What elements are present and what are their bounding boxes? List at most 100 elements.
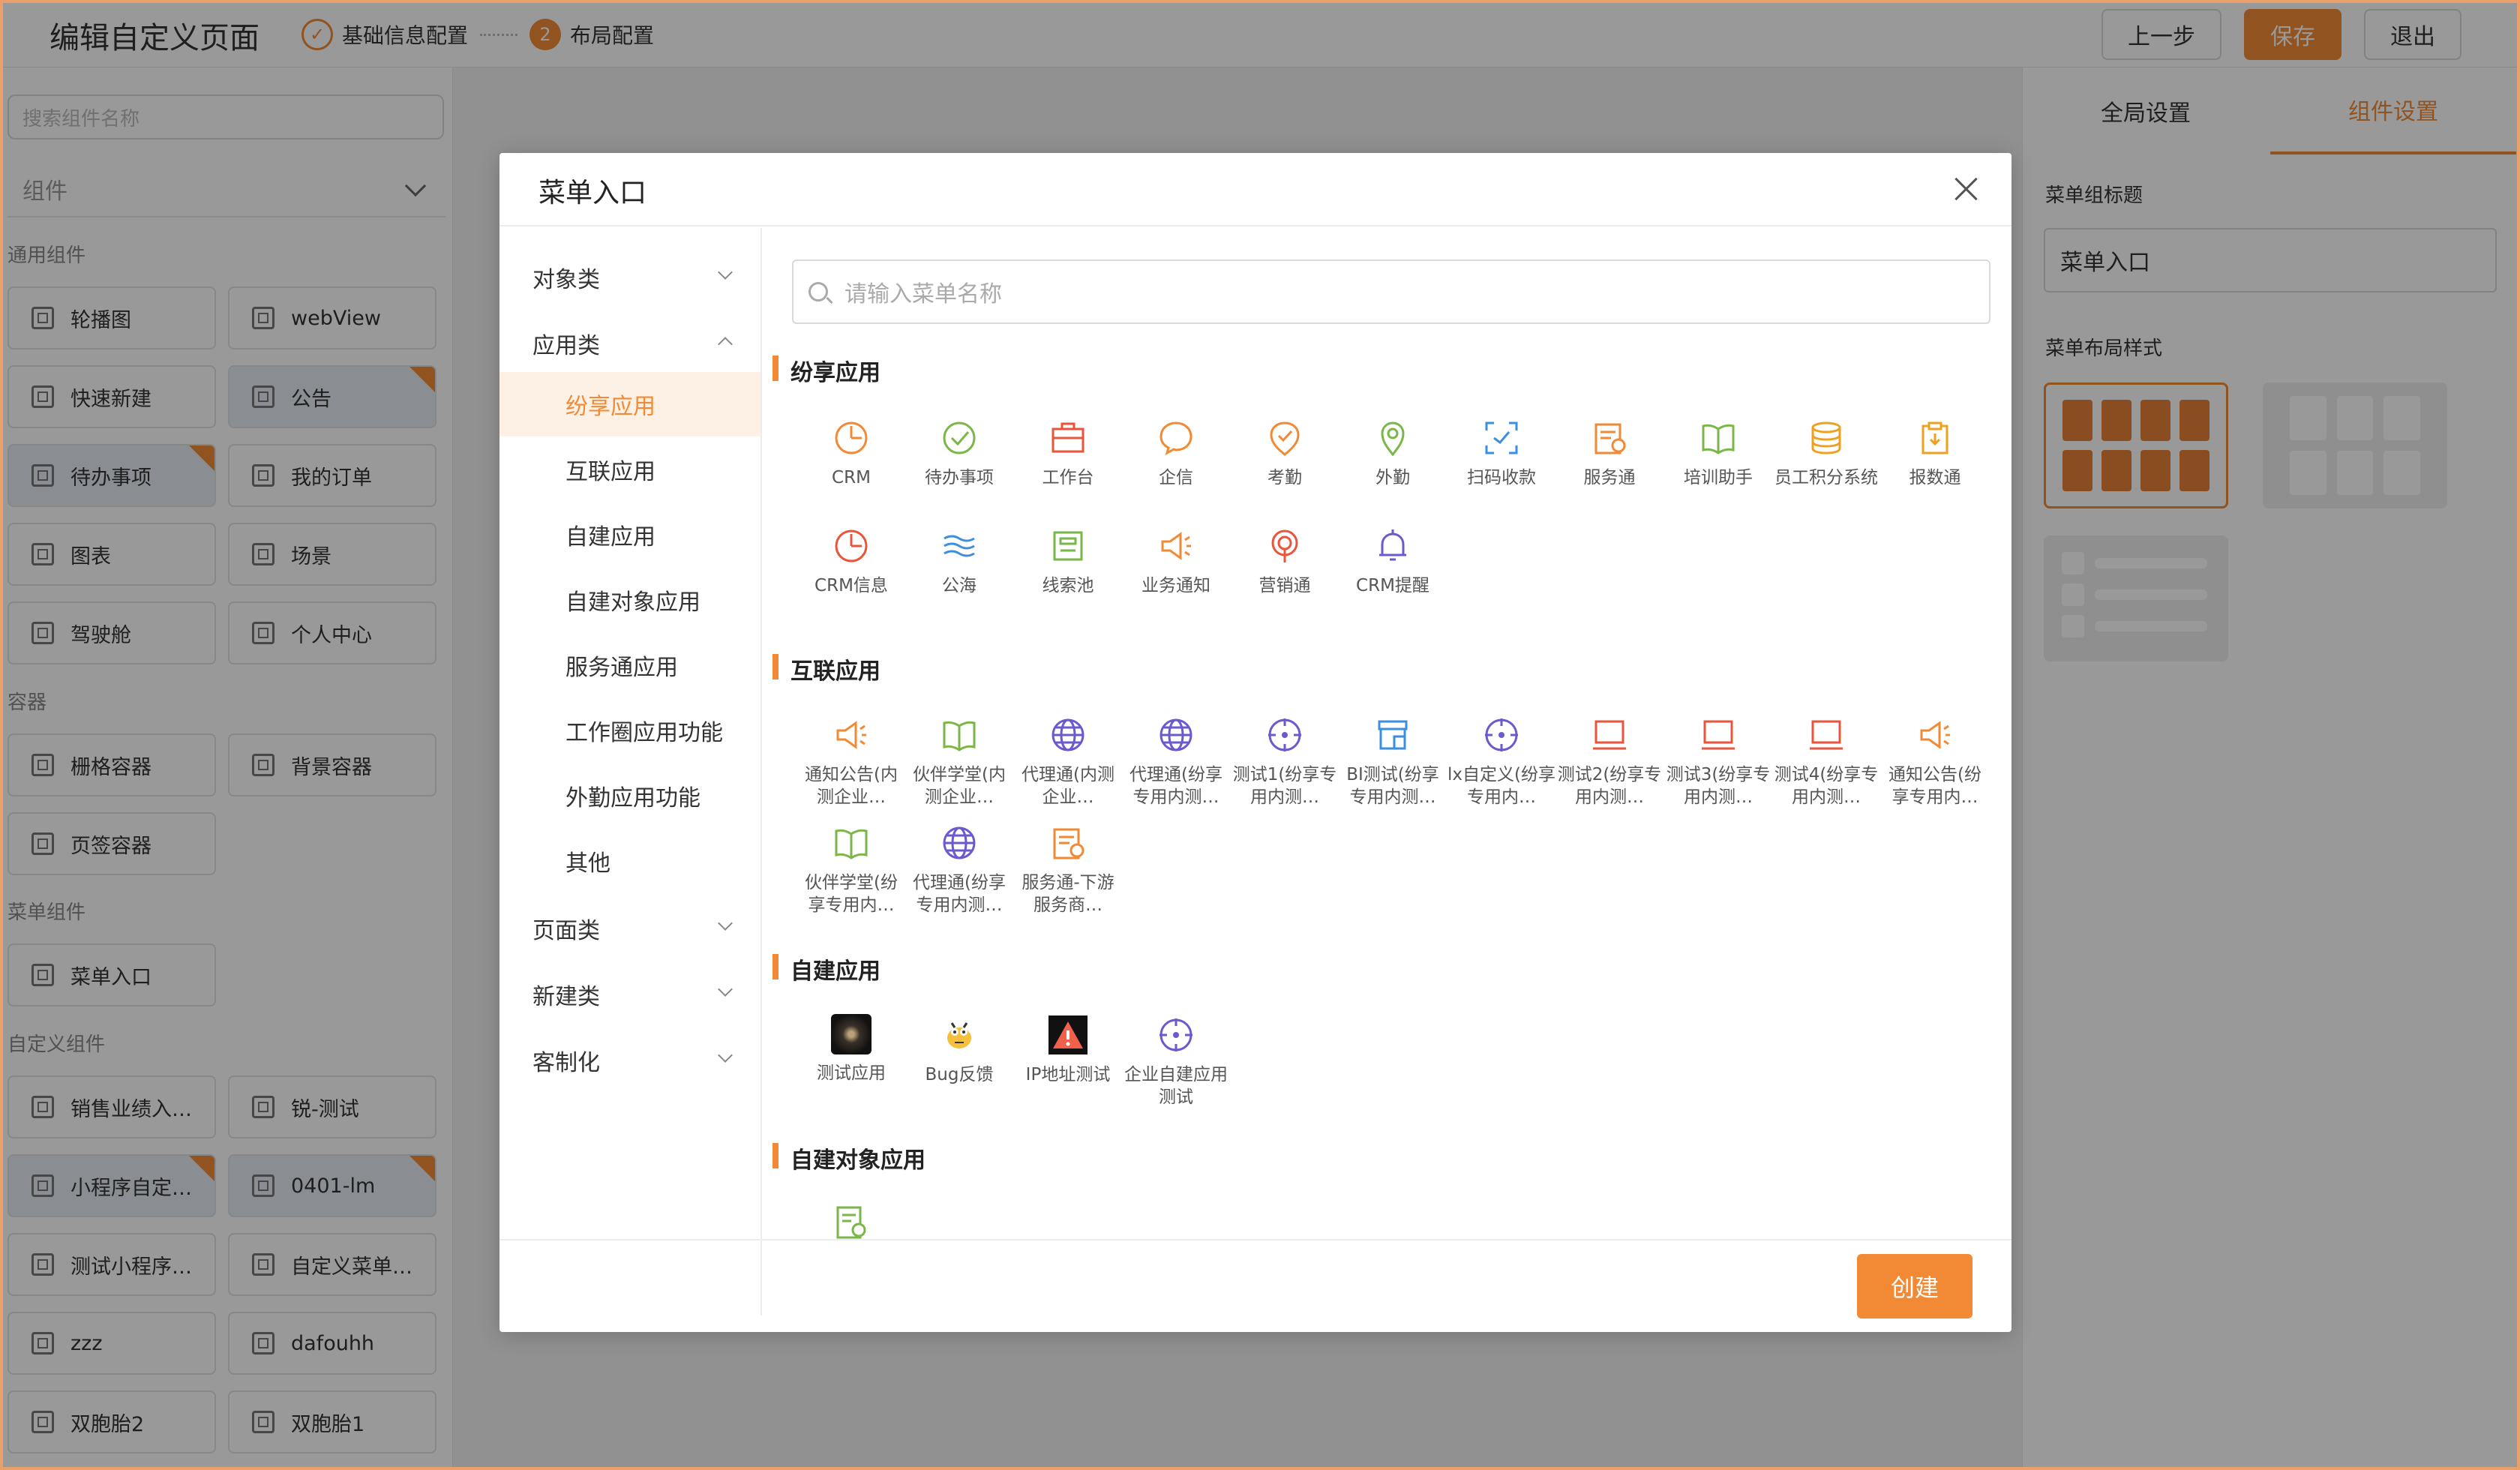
nav-object-category[interactable]: 对象类	[532, 261, 733, 294]
nav-new-category[interactable]: 新建类	[532, 978, 733, 1011]
create-button[interactable]: 创建	[1857, 1254, 1972, 1318]
nav-sub-fxiaoke-apps[interactable]: 纷享应用	[500, 372, 760, 436]
bug-icon	[947, 1022, 971, 1048]
book-icon	[835, 829, 868, 860]
app-label: 业务通知	[1142, 576, 1210, 596]
app-item[interactable]: 培训助手	[1664, 417, 1772, 512]
object-doc-icon	[836, 1206, 866, 1239]
app-item[interactable]: 伙伴学堂(纷享专用内…	[797, 822, 905, 916]
app-label: 扫码收款	[1467, 468, 1536, 488]
app-item[interactable]: 企信	[1122, 417, 1230, 512]
app-item[interactable]: 测试应用	[797, 1014, 905, 1107]
store-icon	[1378, 720, 1408, 750]
app-label: 服务通	[1583, 468, 1636, 488]
nav-sub-custom-apps[interactable]: 自建应用	[500, 502, 760, 567]
chevron-down-icon	[718, 982, 733, 997]
app-label: 员工积分系统	[1774, 468, 1878, 488]
chevron-down-icon	[718, 916, 733, 931]
category-nav: 对象类 应用类 纷享应用 互联应用 自建应用 自建对象应用 服务通应用 工作圈应…	[500, 228, 762, 1316]
app-item[interactable]: 伙伴学堂(内测企业…	[905, 714, 1013, 808]
app-item[interactable]: 服务通-下游服务商…	[1014, 822, 1122, 916]
attendance-icon	[1270, 422, 1300, 456]
app-item[interactable]: 通知公告(内测企业…	[797, 714, 905, 808]
section-custom-apps: 自建应用	[772, 952, 880, 986]
scan-icon	[1485, 422, 1518, 454]
nav-app-category[interactable]: 应用类	[532, 327, 733, 360]
app-item[interactable]: 工作台	[1014, 417, 1122, 512]
nav-label: 应用类	[532, 333, 600, 359]
app-item[interactable]: 企业自建应用测试	[1122, 1014, 1230, 1108]
app-item[interactable]: 公海	[905, 525, 1013, 620]
app-item[interactable]: 测试1(纷享专用内测…	[1231, 714, 1339, 808]
app-item[interactable]: 服务通	[1556, 417, 1664, 512]
leads-pool-icon	[1053, 531, 1083, 561]
nav-custom-category[interactable]: 客制化	[532, 1044, 733, 1077]
app-item[interactable]: 通知公告(纷享专用内…	[1881, 714, 1989, 808]
app-item[interactable]: 报数通	[1881, 417, 1989, 512]
app-label: 测试2(纷享专用内测…	[1557, 765, 1662, 807]
nav-sub-field-work[interactable]: 外勤应用功能	[500, 764, 760, 828]
app-item[interactable]: 扫码收款	[1448, 417, 1556, 512]
app-item[interactable]	[797, 1202, 905, 1239]
section-fxiaoke-apps: 纷享应用	[772, 354, 880, 387]
app-item[interactable]: 线索池	[1014, 525, 1122, 620]
app-label: 代理通(内测企业…	[1022, 765, 1114, 807]
app-item[interactable]: 业务通知	[1122, 525, 1230, 620]
app-label: 考勤	[1268, 468, 1302, 488]
app-item[interactable]: 代理通(纷享专用内测…	[905, 822, 1013, 916]
app-item[interactable]: 考勤	[1231, 417, 1339, 512]
chat-bubble-icon	[1160, 422, 1192, 456]
app-item[interactable]: CRM信息	[797, 525, 905, 620]
app-label: CRM信息	[814, 576, 888, 596]
app-label: 代理通(纷享专用内测…	[1130, 765, 1222, 807]
app-item[interactable]: lx自定义(纷享专用内…	[1448, 714, 1556, 808]
globe-icon	[1160, 718, 1192, 752]
app-item[interactable]: 代理通(纷享专用内测…	[1122, 714, 1230, 808]
app-item[interactable]: 测试2(纷享专用内测…	[1556, 714, 1664, 808]
bell-icon	[1379, 530, 1406, 561]
laptop-icon	[1702, 720, 1735, 750]
target-icon	[1268, 718, 1301, 752]
app-label: 通知公告(纷享专用内…	[1888, 765, 1982, 807]
megaphone-icon	[836, 721, 866, 749]
menu-search-input[interactable]: 请输入菜单名称	[792, 260, 1990, 324]
app-item[interactable]: 测试4(纷享专用内测…	[1772, 714, 1880, 808]
app-item[interactable]: 代理通(内测企业…	[1014, 714, 1122, 808]
app-item[interactable]: CRM提醒	[1339, 525, 1447, 620]
globe-icon	[943, 826, 976, 860]
app-item[interactable]: IP地址测试	[1014, 1014, 1122, 1108]
app-item[interactable]: CRM	[797, 417, 905, 512]
service-icon	[1053, 828, 1084, 860]
target-icon	[1160, 1018, 1192, 1052]
nav-sub-workcircle[interactable]: 工作圈应用功能	[500, 698, 760, 763]
app-label: BI测试(纷享专用内测…	[1346, 765, 1439, 807]
app-label: 测试4(纷享专用内测…	[1774, 765, 1879, 807]
check-circle-icon	[943, 422, 976, 454]
crm-icon	[835, 422, 868, 454]
app-item[interactable]: 营销通	[1231, 525, 1339, 620]
app-item[interactable]: 员工积分系统	[1772, 417, 1880, 512]
close-icon[interactable]	[1952, 174, 1982, 204]
nav-sub-other[interactable]: 其他	[500, 829, 760, 893]
app-label: 待办事项	[925, 468, 994, 488]
nav-sub-interconnect-apps[interactable]: 互联应用	[500, 437, 760, 502]
coins-icon	[1811, 422, 1841, 454]
report-icon	[1922, 422, 1948, 454]
nav-sub-service-apps[interactable]: 服务通应用	[500, 633, 760, 698]
warning-icon	[1048, 1016, 1088, 1054]
app-label: Bug反馈	[925, 1065, 994, 1084]
search-placeholder: 请输入菜单名称	[844, 281, 1002, 308]
app-item[interactable]: BI测试(纷享专用内测…	[1339, 714, 1447, 808]
app-item[interactable]: 外勤	[1339, 417, 1447, 512]
nav-page-category[interactable]: 页面类	[532, 912, 733, 945]
app-label: 测试应用	[817, 1064, 886, 1083]
app-item[interactable]: 测试3(纷享专用内测…	[1664, 714, 1772, 808]
megaphone-icon	[1161, 532, 1191, 560]
app-item[interactable]: Bug反馈	[905, 1014, 1013, 1108]
app-label: 服务通-下游服务商…	[1022, 873, 1114, 915]
app-label: 报数通	[1909, 468, 1961, 488]
nav-sub-custom-object-apps[interactable]: 自建对象应用	[500, 568, 760, 632]
app-item[interactable]: 待办事项	[905, 417, 1013, 512]
app-list: 请输入菜单名称 纷享应用 CRM 待办事项 工作台 企信 考勤 外勤 扫码收款 …	[764, 228, 2012, 1239]
briefcase-icon	[1052, 422, 1084, 453]
